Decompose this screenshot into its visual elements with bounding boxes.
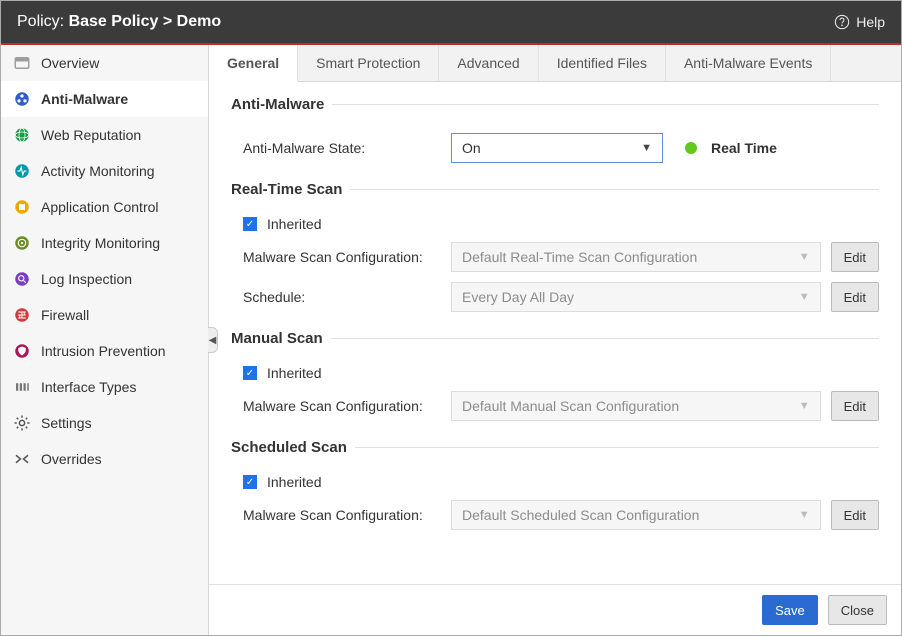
antimalware-state-value: On <box>462 140 481 156</box>
manual-inherited-label: Inherited <box>267 365 321 381</box>
interface-icon <box>13 378 31 396</box>
tab-anti-malware-events[interactable]: Anti-Malware Events <box>666 45 831 81</box>
status-indicator-icon <box>685 142 697 154</box>
help-link[interactable]: Help <box>834 14 885 30</box>
realtime-scan-section: Real-Time Scan ✓ Inherited Malware Scan … <box>231 181 879 312</box>
sidebar-item-anti-malware[interactable]: Anti-Malware <box>1 81 208 117</box>
sidebar-item-label: Intrusion Prevention <box>41 343 166 359</box>
sidebar-item-intrusion-prevention[interactable]: Intrusion Prevention <box>1 333 208 369</box>
header-bar: Policy: Base Policy > Demo Help <box>1 1 901 45</box>
sidebar-item-label: Activity Monitoring <box>41 163 155 179</box>
antimalware-section: Anti-Malware Anti-Malware State: On ▼ Re… <box>231 96 879 163</box>
realtime-schedule-edit-button[interactable]: Edit <box>831 282 879 312</box>
tab-general[interactable]: General <box>209 45 298 82</box>
chevron-down-icon: ▼ <box>641 142 652 154</box>
realtime-schedule-label: Schedule: <box>243 289 451 305</box>
scheduled-config-label: Malware Scan Configuration: <box>243 507 451 523</box>
sidebar-item-label: Web Reputation <box>41 127 141 143</box>
status-text: Real Time <box>711 140 777 156</box>
help-icon <box>834 14 850 30</box>
realtime-schedule-select: Every Day All Day ▼ <box>451 282 821 312</box>
manual-scan-section: Manual Scan ✓ Inherited Malware Scan Con… <box>231 330 879 421</box>
sidebar-item-integrity-monitoring[interactable]: Integrity Monitoring <box>1 225 208 261</box>
antimalware-state-label: Anti-Malware State: <box>243 140 451 156</box>
tab-smart-protection[interactable]: Smart Protection <box>298 45 439 81</box>
sidebar-item-overview[interactable]: Overview <box>1 45 208 81</box>
scheduled-inherited-label: Inherited <box>267 474 321 490</box>
biohazard-icon <box>13 90 31 108</box>
manual-config-label: Malware Scan Configuration: <box>243 398 451 414</box>
manual-legend: Manual Scan <box>231 330 331 347</box>
chevron-down-icon: ▼ <box>799 251 810 263</box>
realtime-schedule-value: Every Day All Day <box>462 289 574 305</box>
sidebar-item-web-reputation[interactable]: Web Reputation <box>1 117 208 153</box>
sidebar-item-application-control[interactable]: Application Control <box>1 189 208 225</box>
chevron-down-icon: ▼ <box>799 509 810 521</box>
firewall-icon <box>13 306 31 324</box>
sidebar-item-label: Interface Types <box>41 379 136 395</box>
tabs: GeneralSmart ProtectionAdvancedIdentifie… <box>209 45 901 82</box>
scheduled-config-select: Default Scheduled Scan Configuration ▼ <box>451 500 821 530</box>
sidebar-item-label: Settings <box>41 415 92 431</box>
sidebar-item-overrides[interactable]: Overrides <box>1 441 208 477</box>
realtime-inherited-checkbox[interactable]: ✓ <box>243 217 257 231</box>
sidebar-item-label: Anti-Malware <box>41 91 128 107</box>
overrides-icon <box>13 450 31 468</box>
sidebar-item-activity-monitoring[interactable]: Activity Monitoring <box>1 153 208 189</box>
manual-config-edit-button[interactable]: Edit <box>831 391 879 421</box>
antimalware-state-select[interactable]: On ▼ <box>451 133 663 163</box>
manual-config-value: Default Manual Scan Configuration <box>462 398 679 414</box>
footer: Save Close <box>209 584 901 635</box>
shield-icon <box>13 342 31 360</box>
realtime-config-value: Default Real-Time Scan Configuration <box>462 249 697 265</box>
sidebar-item-label: Application Control <box>41 199 159 215</box>
realtime-inherited-label: Inherited <box>267 216 321 232</box>
sidebar-item-label: Log Inspection <box>41 271 132 287</box>
breadcrumb: Base Policy > Demo <box>69 13 222 30</box>
close-button[interactable]: Close <box>828 595 887 625</box>
tab-advanced[interactable]: Advanced <box>439 45 538 81</box>
manual-inherited-checkbox[interactable]: ✓ <box>243 366 257 380</box>
sidebar-item-label: Overview <box>41 55 99 71</box>
globe-icon <box>13 126 31 144</box>
antimalware-legend: Anti-Malware <box>231 96 332 113</box>
app-icon <box>13 198 31 216</box>
sidebar-item-interface-types[interactable]: Interface Types <box>1 369 208 405</box>
realtime-config-edit-button[interactable]: Edit <box>831 242 879 272</box>
scheduled-inherited-checkbox[interactable]: ✓ <box>243 475 257 489</box>
tab-identified-files[interactable]: Identified Files <box>539 45 666 81</box>
chevron-down-icon: ▼ <box>799 400 810 412</box>
chevron-down-icon: ▼ <box>799 291 810 303</box>
content: Anti-Malware Anti-Malware State: On ▼ Re… <box>209 82 901 584</box>
chevron-left-icon: ◀ <box>209 335 217 346</box>
sidebar: Overview Anti-Malware Web Reputation Activi… <box>1 45 209 635</box>
target-icon <box>13 234 31 252</box>
save-button[interactable]: Save <box>762 595 818 625</box>
manual-config-select: Default Manual Scan Configuration ▼ <box>451 391 821 421</box>
title-prefix: Policy: <box>17 13 69 30</box>
realtime-legend: Real-Time Scan <box>231 181 350 198</box>
scheduled-config-edit-button[interactable]: Edit <box>831 500 879 530</box>
sidebar-item-log-inspection[interactable]: Log Inspection <box>1 261 208 297</box>
sidebar-item-label: Overrides <box>41 451 102 467</box>
help-label: Help <box>856 14 885 30</box>
page-title: Policy: Base Policy > Demo <box>17 13 221 31</box>
sidebar-collapse-handle[interactable]: ◀ <box>208 327 218 353</box>
scheduled-legend: Scheduled Scan <box>231 439 355 456</box>
gear-icon <box>13 414 31 432</box>
sidebar-item-settings[interactable]: Settings <box>1 405 208 441</box>
scheduled-config-value: Default Scheduled Scan Configuration <box>462 507 699 523</box>
activity-icon <box>13 162 31 180</box>
sidebar-item-firewall[interactable]: Firewall <box>1 297 208 333</box>
realtime-config-select: Default Real-Time Scan Configuration ▼ <box>451 242 821 272</box>
card-icon <box>13 54 31 72</box>
magnifier-icon <box>13 270 31 288</box>
sidebar-item-label: Integrity Monitoring <box>41 235 160 251</box>
scheduled-scan-section: Scheduled Scan ✓ Inherited Malware Scan … <box>231 439 879 530</box>
sidebar-item-label: Firewall <box>41 307 89 323</box>
realtime-config-label: Malware Scan Configuration: <box>243 249 451 265</box>
